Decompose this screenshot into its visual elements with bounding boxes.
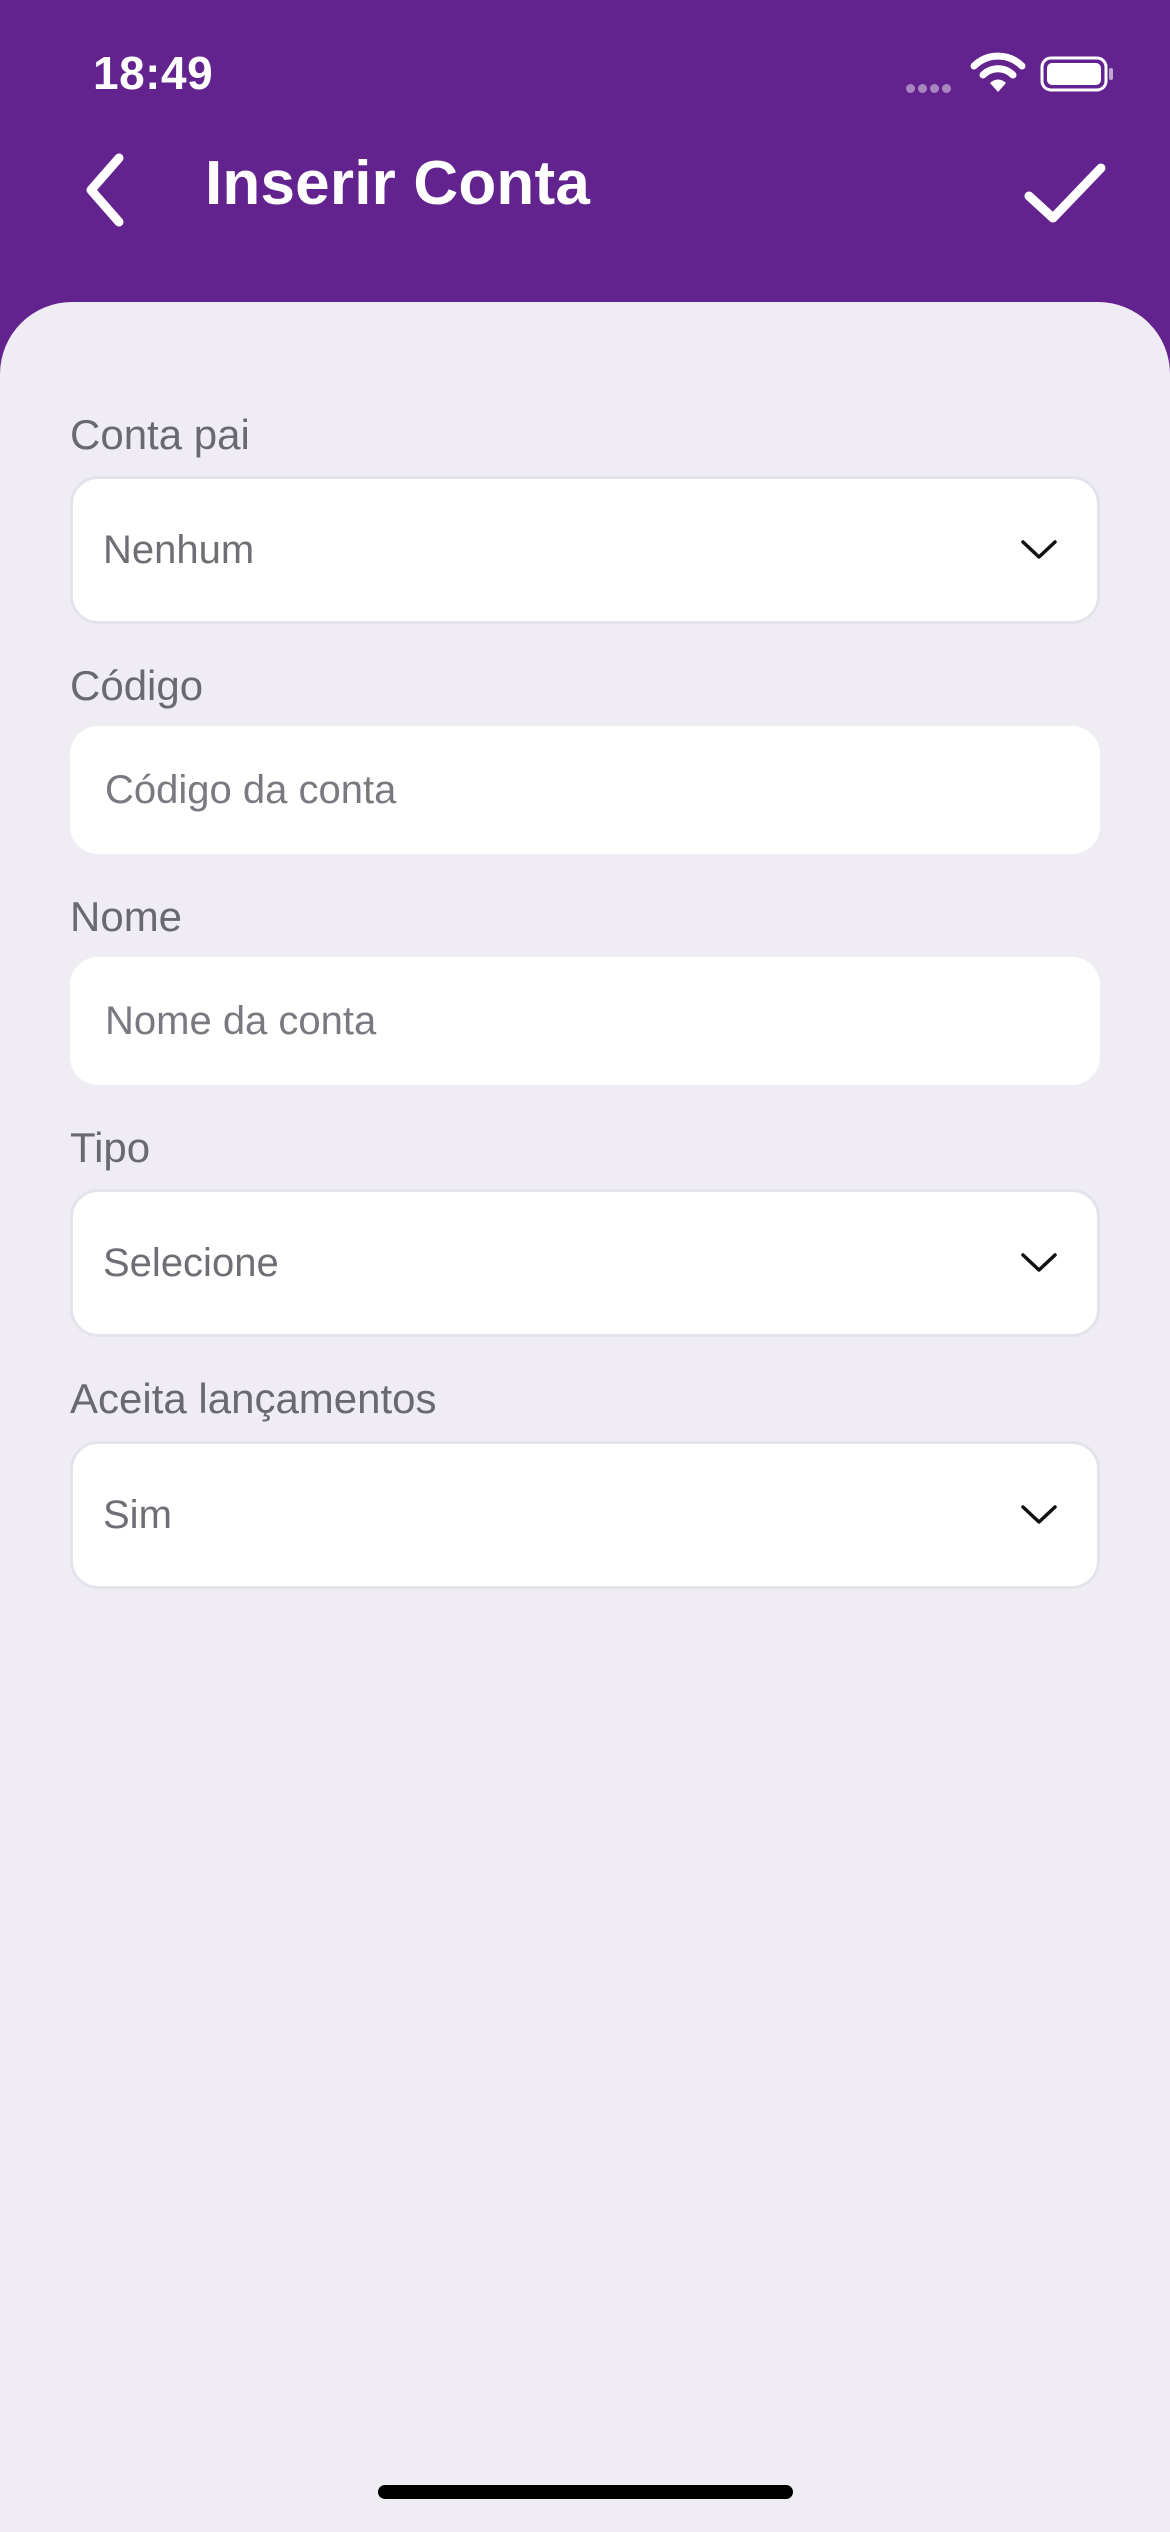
name-label: Nome	[70, 893, 183, 940]
checkmark-icon	[1024, 163, 1106, 223]
type-label: Tipo	[70, 1124, 151, 1171]
code-input[interactable]	[105, 767, 1065, 813]
parent-account-value: Nenhum	[103, 527, 255, 572]
chevron-down-icon	[1021, 1253, 1057, 1272]
accepts-entries-value: Sim	[103, 1492, 172, 1537]
form-container: Conta pai Nenhum Código Nome Tipo Seleci…	[0, 302, 1170, 2532]
confirm-button[interactable]	[1010, 144, 1120, 244]
chevron-left-icon	[86, 153, 124, 227]
chevron-down-icon	[1021, 1505, 1057, 1524]
parent-account-select[interactable]: Nenhum	[70, 476, 1100, 624]
type-select[interactable]: Selecione	[70, 1189, 1100, 1337]
accepts-entries-select[interactable]: Sim	[70, 1441, 1100, 1589]
chevron-down-icon	[1021, 540, 1057, 559]
code-field[interactable]	[70, 726, 1100, 854]
home-indicator[interactable]	[378, 2485, 793, 2499]
wifi-icon	[970, 52, 1026, 92]
cellular-signal-icon	[906, 80, 954, 98]
accepts-entries-label: Aceita lançamentos	[70, 1375, 437, 1422]
back-button[interactable]	[60, 140, 150, 240]
navigation-bar: Inserir Conta	[0, 130, 1170, 250]
status-time: 18:49	[93, 47, 214, 99]
type-value: Selecione	[103, 1240, 279, 1285]
parent-account-label: Conta pai	[70, 411, 250, 458]
name-input[interactable]	[105, 998, 1065, 1044]
code-label: Código	[70, 662, 204, 709]
name-field[interactable]	[70, 957, 1100, 1085]
status-bar: 18:49	[0, 0, 1170, 140]
battery-icon	[1040, 56, 1113, 92]
page-title: Inserir Conta	[205, 149, 591, 218]
